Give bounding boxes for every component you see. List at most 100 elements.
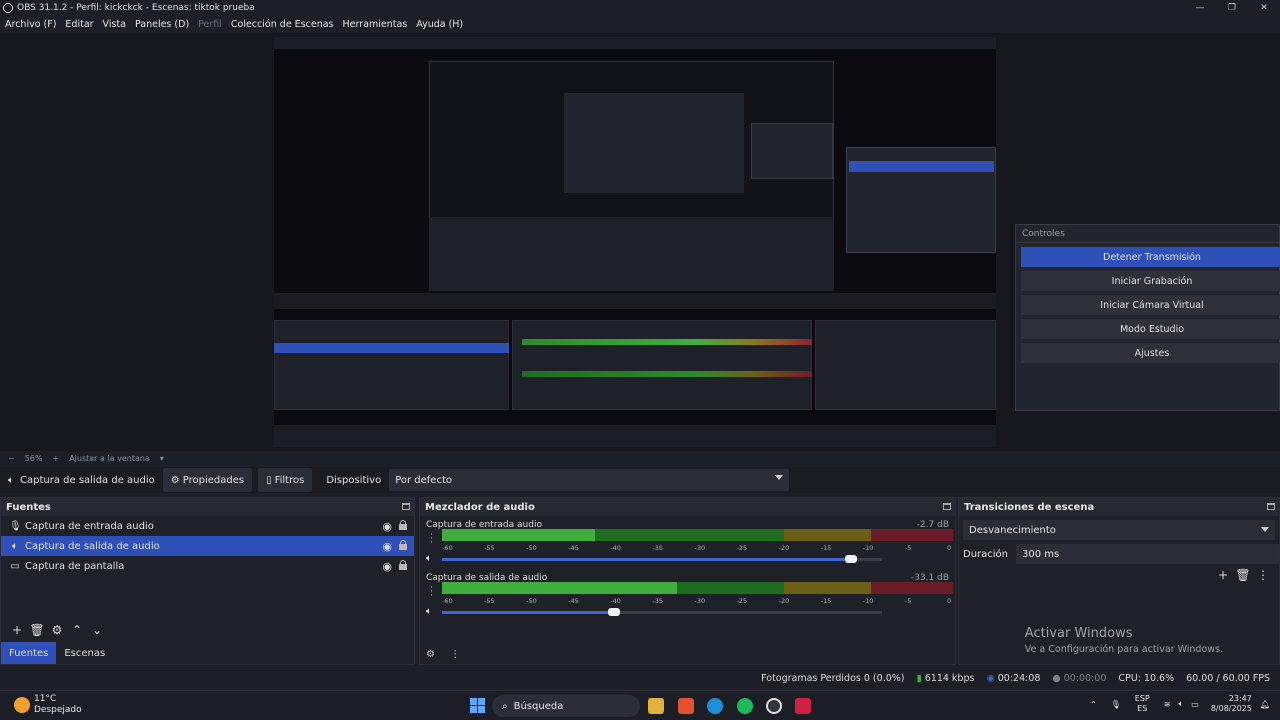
- mute-speaker-icon[interactable]: 🔈︎: [426, 553, 432, 564]
- zoom-row: − 56% + Ajustar a la ventana ▾: [0, 451, 1280, 465]
- start-recording-button[interactable]: Iniciar Grabación: [1021, 271, 1280, 291]
- lock-icon[interactable]: [399, 520, 407, 530]
- sources-header: Fuentes: [1, 498, 414, 516]
- menu-dots-icon[interactable]: ⋮: [450, 649, 460, 660]
- chevron-up-icon[interactable]: ⌃: [1090, 700, 1097, 709]
- preview-canvas[interactable]: [274, 37, 996, 447]
- meter-ticks: -60 -55 -50 -45 -40 -35 -30 -25 -20 -15 -10 -5 0: [442, 544, 953, 554]
- settings-button[interactable]: Ajustes: [1021, 343, 1280, 363]
- brave-icon[interactable]: [678, 698, 694, 714]
- edge-icon[interactable]: [707, 698, 723, 714]
- source-item-screen[interactable]: ▭ Captura de pantalla ◉: [1, 556, 414, 576]
- menu-coleccion-escenas[interactable]: Colección de Escenas: [231, 19, 334, 30]
- search-label: Búsqueda: [513, 700, 564, 712]
- menu-dots-icon[interactable]: · · ·: [430, 531, 433, 548]
- source-label: Captura de pantalla: [25, 560, 125, 572]
- source-toolbar: 🔈︎ Captura de salida de audio ⚙ Propieda…: [0, 467, 1280, 493]
- notification-icon[interactable]: 🔔︎: [1260, 700, 1270, 709]
- lock-icon[interactable]: [399, 560, 407, 570]
- volume-slider[interactable]: [442, 555, 882, 563]
- lock-icon[interactable]: [399, 540, 407, 550]
- undock-icon[interactable]: [1267, 503, 1275, 510]
- volume-icon[interactable]: 🔈︎: [1178, 699, 1183, 709]
- menu-dots-icon[interactable]: · · ·: [430, 584, 433, 601]
- source-item-desktop-audio[interactable]: 🔈︎ Captura de salida de audio ◉: [1, 536, 414, 556]
- chevron-up-icon[interactable]: ⌃: [67, 623, 87, 637]
- meter-tick-label: -20: [778, 597, 790, 605]
- meter-tick-label: -45: [568, 597, 579, 605]
- device-value: Por defecto: [395, 474, 452, 486]
- add-transition-icon[interactable]: +: [1213, 568, 1233, 582]
- eye-icon[interactable]: ◉: [382, 520, 392, 533]
- tab-sources[interactable]: Fuentes: [1, 642, 57, 664]
- duration-input[interactable]: 300 ms: [1016, 544, 1279, 564]
- level-meter: [442, 590, 953, 594]
- activate-line2: Ve a Configuración para activar Windows.: [1024, 644, 1223, 655]
- volume-handle[interactable]: [607, 608, 620, 616]
- nested-controls-stop: [849, 161, 994, 172]
- menu-paneles[interactable]: Paneles (D): [135, 19, 189, 30]
- transition-select[interactable]: Desvanecimiento: [963, 520, 1275, 540]
- clock[interactable]: 23:47 8/08/2025: [1211, 694, 1252, 714]
- eye-icon[interactable]: ◉: [382, 560, 392, 573]
- spotify-icon[interactable]: [737, 698, 753, 714]
- trash-icon[interactable]: 🗑︎: [1233, 568, 1253, 582]
- source-label: Captura de entrada audio: [25, 520, 154, 532]
- windows-start-icon[interactable]: [470, 698, 485, 713]
- gear-icon[interactable]: ⚙: [47, 623, 67, 637]
- add-source-icon[interactable]: +: [7, 623, 27, 637]
- menu-archivo[interactable]: Archivo (F): [5, 19, 56, 30]
- stop-streaming-button[interactable]: Detener Transmisión: [1021, 247, 1280, 267]
- lang-primary: ESP: [1134, 694, 1150, 703]
- minimize-button[interactable]: —: [1184, 0, 1216, 16]
- taskbar-search[interactable]: ⌕ Búsqueda: [492, 695, 640, 717]
- selected-source: 🔈︎ Captura de salida de audio: [0, 468, 163, 492]
- language-indicator[interactable]: ESP ES: [1135, 694, 1150, 714]
- chevron-down-icon[interactable]: ▾: [160, 454, 164, 463]
- volume-slider[interactable]: [442, 608, 882, 616]
- undock-icon[interactable]: [943, 503, 951, 510]
- weather-widget[interactable]: 11°C Despejado: [14, 694, 82, 716]
- zoom-in-button[interactable]: +: [52, 454, 59, 463]
- menu-vista[interactable]: Vista: [103, 19, 126, 30]
- chevron-down-icon[interactable]: ⌄: [87, 623, 107, 637]
- app-icon[interactable]: [795, 698, 811, 714]
- mute-speaker-icon[interactable]: 🔈︎: [426, 606, 432, 617]
- advanced-audio-icon[interactable]: ⚙: [426, 649, 435, 660]
- meter-tick-label: -55: [484, 544, 495, 552]
- battery-icon[interactable]: ▭: [1191, 700, 1199, 709]
- start-virtual-camera-button[interactable]: Iniciar Cámara Virtual: [1021, 295, 1280, 315]
- file-explorer-icon[interactable]: [648, 698, 664, 714]
- meter-tick-label: -15: [820, 544, 832, 552]
- close-button[interactable]: ✕: [1248, 0, 1280, 16]
- source-label: Captura de salida de audio: [25, 540, 160, 552]
- volume-handle[interactable]: [845, 555, 858, 563]
- gear-icon: ⚙: [170, 474, 180, 486]
- properties-label: Propiedades: [182, 474, 245, 486]
- menu-editar[interactable]: Editar: [65, 19, 93, 30]
- obs-icon[interactable]: [766, 698, 782, 714]
- trash-icon[interactable]: 🗑︎: [27, 623, 47, 637]
- zoom-fit-dropdown[interactable]: Ajustar a la ventana: [69, 454, 150, 463]
- menu-ayuda[interactable]: Ayuda (H): [416, 19, 463, 30]
- filters-button[interactable]: ▯ Filtros: [258, 468, 313, 492]
- device-select[interactable]: Por defecto: [389, 469, 790, 491]
- meter-tick-label: -45: [568, 544, 579, 552]
- maximize-button[interactable]: ❐: [1216, 0, 1248, 16]
- eye-icon[interactable]: ◉: [382, 540, 392, 553]
- properties-button[interactable]: ⚙ Propiedades: [162, 468, 253, 492]
- tab-scenes[interactable]: Escenas: [56, 642, 113, 664]
- undock-icon[interactable]: [402, 503, 410, 510]
- wifi-icon[interactable]: ≋: [1164, 700, 1171, 709]
- meter-tick-label: -60: [442, 544, 453, 552]
- nested-controls-small: [751, 123, 833, 179]
- menu-herramientas[interactable]: Herramientas: [343, 19, 408, 30]
- zoom-out-button[interactable]: −: [8, 454, 15, 463]
- status-bar: Fotogramas Perdidos 0 (0.0%) ▮ 6114 kbps…: [0, 669, 1280, 687]
- meter-tick-label: -10: [862, 597, 874, 605]
- menu-dots-icon[interactable]: ⋮: [1253, 568, 1273, 582]
- studio-mode-button[interactable]: Modo Estudio: [1021, 319, 1280, 339]
- source-item-mic[interactable]: 🎙︎ Captura de entrada audio ◉: [1, 516, 414, 536]
- preview-area[interactable]: Controles Detener Transmisión Iniciar Gr…: [0, 33, 1280, 451]
- weather-icon: [14, 697, 30, 713]
